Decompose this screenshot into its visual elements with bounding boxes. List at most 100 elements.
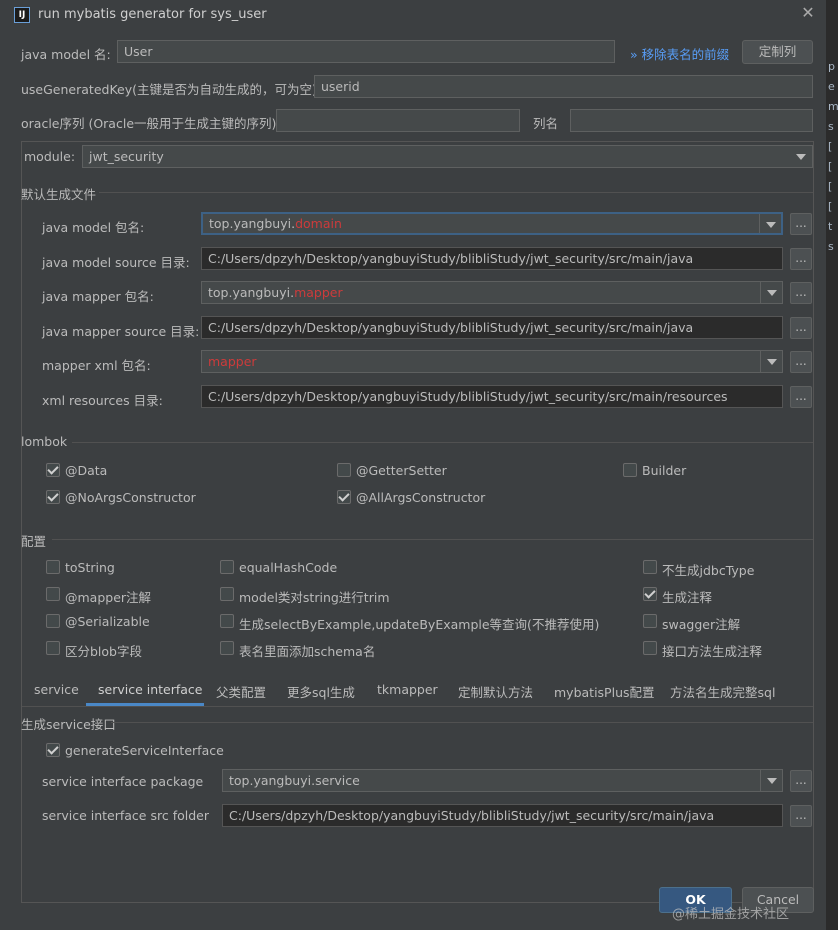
- lombok-option-label: Builder: [642, 463, 687, 478]
- service-interface-package-combo[interactable]: top.yangbuyi.service: [222, 769, 783, 792]
- side-strip-char: e: [828, 80, 835, 93]
- lombok-checkbox[interactable]: [46, 463, 60, 477]
- package-combo[interactable]: top.yangbuyi.mapper: [201, 281, 783, 304]
- config-checkbox[interactable]: [643, 560, 657, 574]
- browse-button[interactable]: ...: [790, 248, 812, 270]
- browse-button[interactable]: ...: [790, 770, 812, 792]
- column-name-label: 列名: [533, 116, 559, 131]
- config-checkbox[interactable]: [220, 560, 234, 574]
- column-name-input[interactable]: [570, 109, 813, 132]
- field-value-highlight: domain: [295, 216, 342, 231]
- lombok-checkbox[interactable]: [337, 463, 351, 477]
- lombok-option-label: @GetterSetter: [356, 463, 447, 478]
- field-value: C:/Users/dpzyh/Desktop/yangbuyiStudy/bli…: [208, 320, 694, 335]
- service-interface-src-label: service interface src folder: [42, 808, 209, 823]
- browse-button[interactable]: ...: [790, 282, 812, 304]
- browse-button[interactable]: ...: [790, 386, 812, 408]
- side-strip-char: s: [828, 120, 834, 133]
- config-checkbox[interactable]: [220, 587, 234, 601]
- default-files-title: 默认生成文件: [21, 187, 97, 202]
- browse-button[interactable]: ...: [790, 317, 812, 339]
- tab-7[interactable]: 方法名生成完整sql: [670, 682, 775, 701]
- lombok-option-label: @Data: [65, 463, 108, 478]
- config-option-label: @mapper注解: [65, 590, 152, 605]
- field-value: top.yangbuyi.: [208, 285, 295, 300]
- intellij-logo-icon: IJ: [14, 7, 30, 23]
- browse-button[interactable]: ...: [790, 351, 812, 373]
- config-option-label: 接口方法生成注释: [662, 644, 763, 659]
- oracle-seq-label: oracle序列 (Oracle一般用于生成主键的序列): [21, 116, 277, 131]
- config-checkbox[interactable]: [220, 614, 234, 628]
- lombok-option-label: @AllArgsConstructor: [356, 490, 486, 505]
- lombok-checkbox[interactable]: [623, 463, 637, 477]
- tab-5[interactable]: 定制默认方法: [458, 682, 533, 701]
- directory-input[interactable]: C:/Users/dpzyh/Desktop/yangbuyiStudy/bli…: [201, 385, 783, 408]
- dialog: IJ run mybatis generator for sys_user ✕ …: [0, 0, 826, 930]
- browse-button[interactable]: ...: [790, 213, 812, 235]
- watermark: @稀土掘金技术社区: [672, 907, 790, 922]
- lombok-checkbox[interactable]: [46, 490, 60, 504]
- window-title: run mybatis generator for sys_user: [38, 7, 267, 22]
- config-option-label: equalHashCode: [239, 560, 338, 575]
- chevron-down-icon: [760, 351, 782, 372]
- side-strip-char: s: [828, 240, 834, 253]
- divider: [52, 539, 813, 540]
- custom-columns-button[interactable]: 定制列: [742, 40, 813, 64]
- config-checkbox[interactable]: [46, 587, 60, 601]
- field-value: C:/Users/dpzyh/Desktop/yangbuyiStudy/bli…: [208, 389, 728, 404]
- config-option-label: 表名里面添加schema名: [239, 644, 376, 659]
- config-checkbox[interactable]: [643, 587, 657, 601]
- config-checkbox[interactable]: [220, 641, 234, 655]
- java-model-name-input[interactable]: User: [117, 40, 615, 63]
- lombok-checkbox[interactable]: [337, 490, 351, 504]
- side-strip-char: [: [828, 180, 833, 193]
- close-icon[interactable]: ✕: [800, 4, 816, 22]
- tab-0[interactable]: service: [34, 682, 79, 697]
- field-value: C:/Users/dpzyh/Desktop/yangbuyiStudy/bli…: [208, 251, 694, 266]
- config-option-label: 生成注释: [662, 590, 713, 605]
- divider: [111, 722, 813, 723]
- file-row-label: java mapper source 目录:: [42, 324, 200, 339]
- config-checkbox[interactable]: [46, 560, 60, 574]
- file-row-label: mapper xml 包名:: [42, 358, 151, 373]
- config-option-label: 区分blob字段: [65, 644, 142, 659]
- tab-6[interactable]: mybatisPlus配置: [554, 682, 655, 701]
- divider: [22, 706, 813, 707]
- tab-4[interactable]: tkmapper: [377, 682, 438, 697]
- file-row-label: xml resources 目录:: [42, 393, 163, 408]
- tab-1[interactable]: service interface: [98, 682, 203, 697]
- config-checkbox[interactable]: [46, 641, 60, 655]
- tab-3[interactable]: 更多sql生成: [287, 682, 355, 701]
- title-bar: IJ run mybatis generator for sys_user ✕: [0, 0, 826, 30]
- package-combo[interactable]: top.yangbuyi.domain: [201, 212, 783, 235]
- directory-input[interactable]: C:/Users/dpzyh/Desktop/yangbuyiStudy/bli…: [201, 316, 783, 339]
- side-strip-char: [: [828, 160, 833, 173]
- remove-prefix-link[interactable]: » 移除表名的前缀: [630, 44, 729, 63]
- service-interface-package-label: service interface package: [42, 774, 204, 789]
- field-value: top.yangbuyi.: [209, 216, 296, 231]
- service-interface-src-input[interactable]: C:/Users/dpzyh/Desktop/yangbuyiStudy/bli…: [222, 804, 783, 827]
- field-value-highlight: mapper: [294, 285, 343, 300]
- remove-prefix-text: 移除表名的前缀: [641, 47, 730, 62]
- chevron-down-icon: [759, 214, 781, 233]
- directory-input[interactable]: C:/Users/dpzyh/Desktop/yangbuyiStudy/bli…: [201, 247, 783, 270]
- config-checkbox[interactable]: [643, 641, 657, 655]
- tab-2[interactable]: 父类配置: [216, 682, 266, 701]
- browse-button[interactable]: ...: [790, 805, 812, 827]
- config-option-label: 生成selectByExample,updateByExample等查询(不推荐…: [239, 617, 600, 632]
- file-row-label: java model source 目录:: [42, 255, 190, 270]
- editor-background-strip: p e m s[[[[t s: [826, 0, 838, 930]
- config-checkbox[interactable]: [46, 614, 60, 628]
- chevron-down-icon: [760, 770, 782, 791]
- config-option-label: model类对string进行trim: [239, 590, 390, 605]
- module-label: module:: [24, 149, 76, 164]
- use-generated-key-input[interactable]: userid: [314, 75, 813, 98]
- oracle-seq-input[interactable]: [276, 109, 520, 132]
- chevron-down-icon: [760, 282, 782, 303]
- side-strip-char: t: [828, 220, 833, 233]
- package-combo[interactable]: mapper: [201, 350, 783, 373]
- config-checkbox[interactable]: [643, 614, 657, 628]
- double-chevron-icon: »: [630, 47, 638, 62]
- generate-service-interface-checkbox[interactable]: [46, 743, 60, 757]
- module-select[interactable]: jwt_security: [82, 145, 813, 168]
